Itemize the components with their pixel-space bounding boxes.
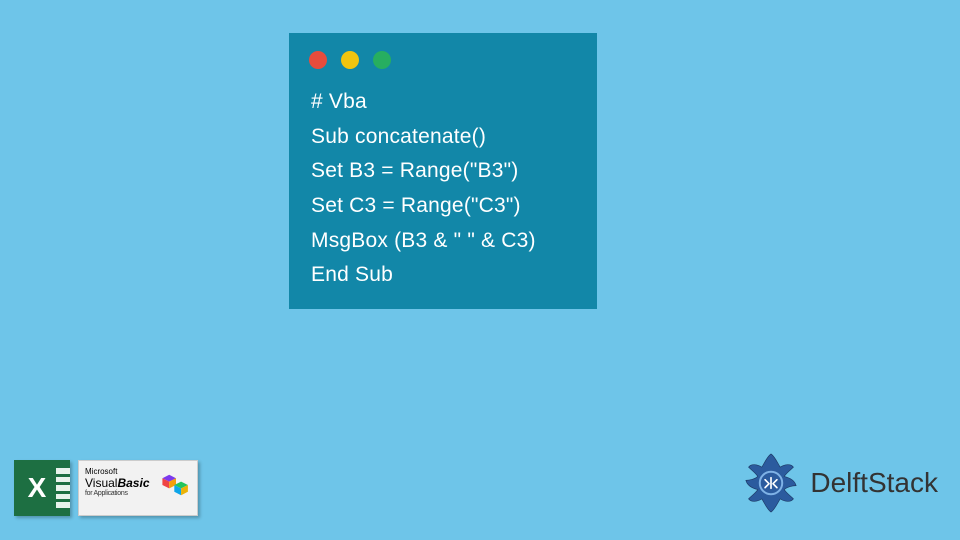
- code-line: # Vba: [311, 90, 367, 113]
- code-window: # Vba Sub concatenate() Set B3 = Range("…: [289, 33, 597, 309]
- vb-basic: Basic: [117, 476, 149, 490]
- traffic-lights: [309, 51, 577, 69]
- code-line: Set B3 = Range("B3"): [311, 159, 518, 182]
- code-line: Set C3 = Range("C3"): [311, 194, 521, 217]
- vb-boxes-icon: [159, 471, 193, 499]
- delftstack-brand: DelftStack: [738, 450, 938, 516]
- maximize-icon: [373, 51, 391, 69]
- excel-letter: X: [28, 472, 47, 504]
- visual-basic-label: Microsoft VisualBasic for Applications: [78, 460, 198, 516]
- delftstack-name: DelftStack: [810, 467, 938, 499]
- vb-visual: Visual: [85, 476, 117, 490]
- excel-vba-badge: X Microsoft VisualBasic for Applications: [14, 460, 198, 516]
- close-icon: [309, 51, 327, 69]
- code-line: MsgBox (B3 & " " & C3): [311, 229, 536, 252]
- excel-icon: X: [14, 460, 70, 516]
- code-line: Sub concatenate(): [311, 125, 486, 148]
- minimize-icon: [341, 51, 359, 69]
- code-block: # Vba Sub concatenate() Set B3 = Range("…: [311, 85, 577, 293]
- delftstack-logo-icon: [738, 450, 804, 516]
- code-line: End Sub: [311, 263, 393, 286]
